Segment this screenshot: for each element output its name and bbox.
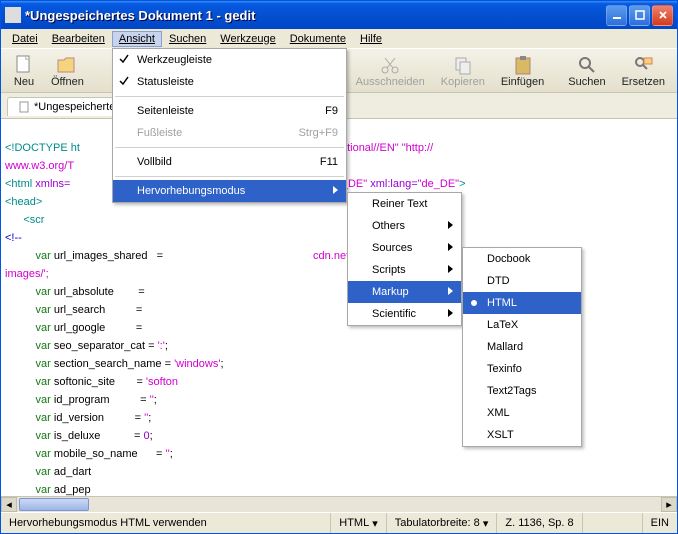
check-icon xyxy=(119,54,129,67)
minimize-button[interactable] xyxy=(606,5,627,26)
menu-help[interactable]: Hilfe xyxy=(353,31,389,47)
menu-item-others[interactable]: Others xyxy=(348,215,461,237)
menu-item-mallard[interactable]: Mallard xyxy=(463,336,581,358)
tool-new[interactable]: Neu xyxy=(5,52,43,90)
search-icon xyxy=(576,54,598,76)
window-title: *Ungespeichertes Dokument 1 - gedit xyxy=(25,8,604,23)
submenu-arrow-icon xyxy=(447,308,455,321)
menu-item-texinfo[interactable]: Texinfo xyxy=(463,358,581,380)
menu-item-html[interactable]: HTML xyxy=(463,292,581,314)
tab-label: *Ungespeichertes xyxy=(34,101,121,113)
menu-item-xml[interactable]: XML xyxy=(463,402,581,424)
menu-item-markup[interactable]: Markup xyxy=(348,281,461,303)
submenu-arrow-icon xyxy=(332,185,340,198)
replace-icon xyxy=(632,54,654,76)
menu-documents[interactable]: Dokumente xyxy=(283,31,353,47)
file-new-icon xyxy=(13,54,35,76)
menu-search[interactable]: Suchen xyxy=(162,31,213,47)
menu-tools[interactable]: Werkzeuge xyxy=(213,31,282,47)
menu-item-sources[interactable]: Sources xyxy=(348,237,461,259)
tool-cut: Ausschneiden xyxy=(348,52,433,90)
tool-paste[interactable]: Einfügen xyxy=(493,52,552,90)
menu-item-scientific[interactable]: Scientific xyxy=(348,303,461,325)
tool-replace[interactable]: Ersetzen xyxy=(614,52,673,90)
menu-item-highlightmode[interactable]: Hervorhebungsmodus xyxy=(113,180,346,202)
menu-item-text2tags[interactable]: Text2Tags xyxy=(463,380,581,402)
maximize-button[interactable] xyxy=(629,5,650,26)
menu-item-statusbar[interactable]: Statusleiste xyxy=(113,71,346,93)
close-button[interactable] xyxy=(652,5,673,26)
menu-item-sidebar[interactable]: SeitenleisteF9 xyxy=(113,100,346,122)
status-hint: Hervorhebungsmodus HTML verwenden xyxy=(1,513,331,533)
highlight-category-dropdown: Reiner Text Others Sources Scripts Marku… xyxy=(347,192,462,326)
menu-edit[interactable]: Bearbeiten xyxy=(45,31,112,47)
tool-open[interactable]: Öffnen xyxy=(43,52,92,90)
menu-item-dtd[interactable]: DTD xyxy=(463,270,581,292)
view-dropdown: Werkzeugleiste Statusleiste Seitenleiste… xyxy=(112,48,347,203)
menu-item-latex[interactable]: LaTeX xyxy=(463,314,581,336)
markup-language-dropdown: Docbook DTD HTML LaTeX Mallard Texinfo T… xyxy=(462,247,582,447)
submenu-arrow-icon xyxy=(447,264,455,277)
titlebar: *Ungespeichertes Dokument 1 - gedit xyxy=(1,1,677,29)
menu-item-scripts[interactable]: Scripts xyxy=(348,259,461,281)
tool-copy: Kopieren xyxy=(433,52,493,90)
menu-view[interactable]: Ansicht xyxy=(112,31,162,47)
menubar: Datei Bearbeiten Ansicht Suchen Werkzeug… xyxy=(1,29,677,49)
scroll-left-button[interactable]: ◂ xyxy=(1,497,17,512)
menu-item-plaintext[interactable]: Reiner Text xyxy=(348,193,461,215)
menu-file[interactable]: Datei xyxy=(5,31,45,47)
submenu-arrow-icon xyxy=(447,286,455,299)
menu-item-docbook[interactable]: Docbook xyxy=(463,248,581,270)
radio-bullet-icon xyxy=(471,300,477,306)
scroll-thumb[interactable] xyxy=(19,498,89,511)
document-icon xyxy=(18,101,30,113)
tool-find[interactable]: Suchen xyxy=(560,52,613,90)
submenu-arrow-icon xyxy=(447,242,455,255)
menu-item-xslt[interactable]: XSLT xyxy=(463,424,581,446)
menu-item-fullscreen[interactable]: VollbildF11 xyxy=(113,151,346,173)
folder-open-icon xyxy=(56,54,78,76)
scroll-right-button[interactable]: ▸ xyxy=(661,497,677,512)
check-icon xyxy=(119,76,129,89)
status-insert-mode: EIN xyxy=(643,513,677,533)
copy-icon xyxy=(452,54,474,76)
cut-icon xyxy=(379,54,401,76)
status-tabwidth[interactable]: Tabulatorbreite: 8 ▾ xyxy=(387,513,498,533)
app-icon xyxy=(5,7,21,23)
menu-item-toolbar[interactable]: Werkzeugleiste xyxy=(113,49,346,71)
scroll-track[interactable] xyxy=(17,497,661,512)
status-cursor-pos: Z. 1136, Sp. 8 xyxy=(497,513,582,533)
statusbar: Hervorhebungsmodus HTML verwenden HTML ▾… xyxy=(1,512,677,533)
status-language[interactable]: HTML ▾ xyxy=(331,513,387,533)
horizontal-scrollbar[interactable]: ◂ ▸ xyxy=(1,496,677,512)
paste-icon xyxy=(512,54,534,76)
submenu-arrow-icon xyxy=(447,220,455,233)
menu-item-bottombar: FußleisteStrg+F9 xyxy=(113,122,346,144)
